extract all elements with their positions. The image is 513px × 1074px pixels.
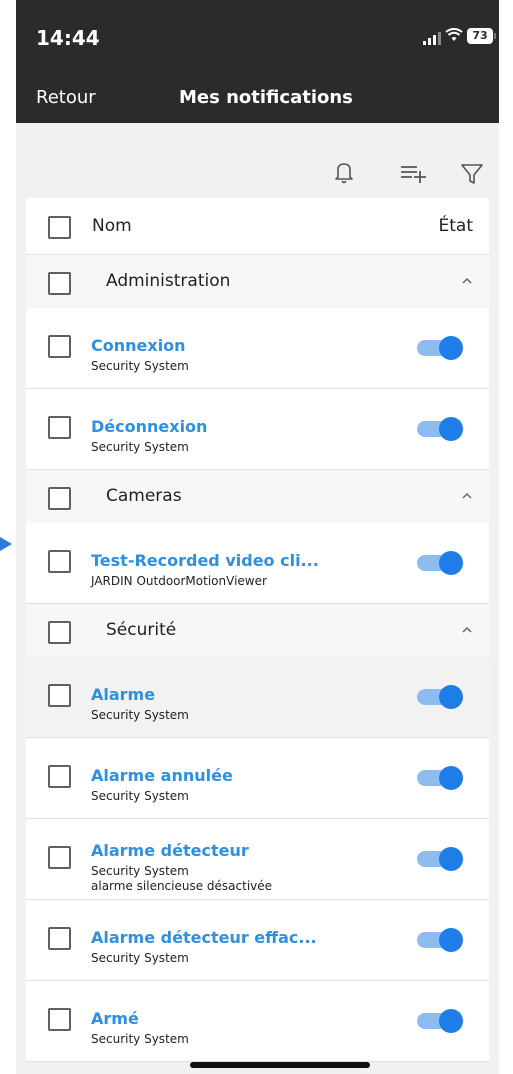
item-subtitle: Security System bbox=[91, 864, 189, 878]
group-checkbox[interactable] bbox=[48, 487, 71, 510]
item-subtitle: Security System bbox=[91, 789, 189, 803]
item-checkbox[interactable] bbox=[48, 765, 71, 788]
group-checkbox[interactable] bbox=[48, 621, 71, 644]
battery-icon: 73 bbox=[467, 28, 496, 44]
toolbar bbox=[16, 152, 499, 196]
item-name: Connexion bbox=[91, 336, 186, 355]
list-item[interactable]: Alarme annulée Security System bbox=[26, 738, 489, 819]
list-item[interactable]: Alarme détecteur effac... Security Syste… bbox=[26, 900, 489, 981]
item-subtitle: Security System bbox=[91, 359, 189, 373]
item-checkbox[interactable] bbox=[48, 550, 71, 573]
pointer-arrow-icon bbox=[0, 537, 12, 551]
select-all-checkbox[interactable] bbox=[48, 216, 71, 239]
state-toggle[interactable] bbox=[417, 336, 463, 360]
group-header[interactable]: Cameras bbox=[26, 470, 489, 523]
state-toggle[interactable] bbox=[417, 1009, 463, 1033]
list-item[interactable]: Alarme Security System bbox=[26, 657, 489, 738]
nav-bar: Retour Mes notifications bbox=[16, 75, 499, 123]
group-checkbox[interactable] bbox=[48, 272, 71, 295]
state-toggle[interactable] bbox=[417, 766, 463, 790]
list-item[interactable]: Connexion Security System bbox=[26, 308, 489, 389]
item-subtitle: JARDIN OutdoorMotionViewer bbox=[91, 574, 267, 588]
chevron-up-icon[interactable] bbox=[459, 273, 475, 289]
group-header[interactable]: Administration bbox=[26, 255, 489, 308]
column-state-label: État bbox=[438, 216, 474, 236]
list-item[interactable]: Test-Recorded video cli... JARDIN Outdoo… bbox=[26, 523, 489, 604]
phone-screen: 14:44 73 Retour Mes notifications Nom Ét… bbox=[16, 0, 499, 1074]
item-checkbox[interactable] bbox=[48, 927, 71, 950]
page-title: Mes notifications bbox=[179, 87, 353, 108]
state-toggle[interactable] bbox=[417, 847, 463, 871]
state-toggle[interactable] bbox=[417, 685, 463, 709]
item-name: Test-Recorded video cli... bbox=[91, 551, 319, 570]
wifi-icon bbox=[445, 27, 463, 47]
list-item[interactable]: Déconnexion Security System bbox=[26, 389, 489, 470]
item-name: Armé bbox=[91, 1009, 139, 1028]
state-toggle[interactable] bbox=[417, 417, 463, 441]
status-time: 14:44 bbox=[36, 26, 100, 50]
state-toggle[interactable] bbox=[417, 928, 463, 952]
item-name: Alarme bbox=[91, 685, 156, 704]
list-header: Nom État bbox=[26, 198, 489, 255]
item-checkbox[interactable] bbox=[48, 684, 71, 707]
status-bar: 14:44 73 bbox=[16, 0, 499, 75]
state-toggle[interactable] bbox=[417, 551, 463, 575]
column-name-label: Nom bbox=[92, 216, 132, 236]
item-checkbox[interactable] bbox=[48, 846, 71, 869]
back-button[interactable]: Retour bbox=[36, 87, 96, 108]
filter-icon[interactable] bbox=[456, 156, 488, 188]
bell-icon[interactable] bbox=[328, 156, 360, 188]
group-header[interactable]: Sécurité bbox=[26, 604, 489, 657]
item-name: Déconnexion bbox=[91, 417, 208, 436]
item-subtitle-detail: alarme silencieuse désactivée bbox=[91, 879, 273, 893]
item-checkbox[interactable] bbox=[48, 416, 71, 439]
item-checkbox[interactable] bbox=[48, 335, 71, 358]
item-subtitle: Security System bbox=[91, 1032, 189, 1046]
group-name: Cameras bbox=[106, 486, 182, 506]
list-item[interactable]: Armé Security System bbox=[26, 981, 489, 1062]
signal-icon bbox=[423, 32, 441, 45]
group-name: Sécurité bbox=[106, 620, 177, 640]
item-subtitle: Security System bbox=[91, 708, 189, 722]
item-subtitle: Security System bbox=[91, 951, 189, 965]
list-item[interactable]: Alarme détecteur Security System alarme … bbox=[26, 819, 489, 900]
chevron-up-icon[interactable] bbox=[459, 488, 475, 504]
item-name: Alarme détecteur bbox=[91, 841, 249, 860]
add-list-icon[interactable] bbox=[396, 156, 428, 188]
home-indicator[interactable] bbox=[190, 1062, 370, 1068]
group-name: Administration bbox=[106, 271, 231, 291]
item-subtitle: Security System bbox=[91, 440, 189, 454]
item-name: Alarme annulée bbox=[91, 766, 233, 785]
item-name: Alarme détecteur effac... bbox=[91, 928, 317, 947]
notification-list: Nom État Administration Connexion Securi… bbox=[26, 198, 489, 1062]
item-checkbox[interactable] bbox=[48, 1008, 71, 1031]
chevron-up-icon[interactable] bbox=[459, 622, 475, 638]
